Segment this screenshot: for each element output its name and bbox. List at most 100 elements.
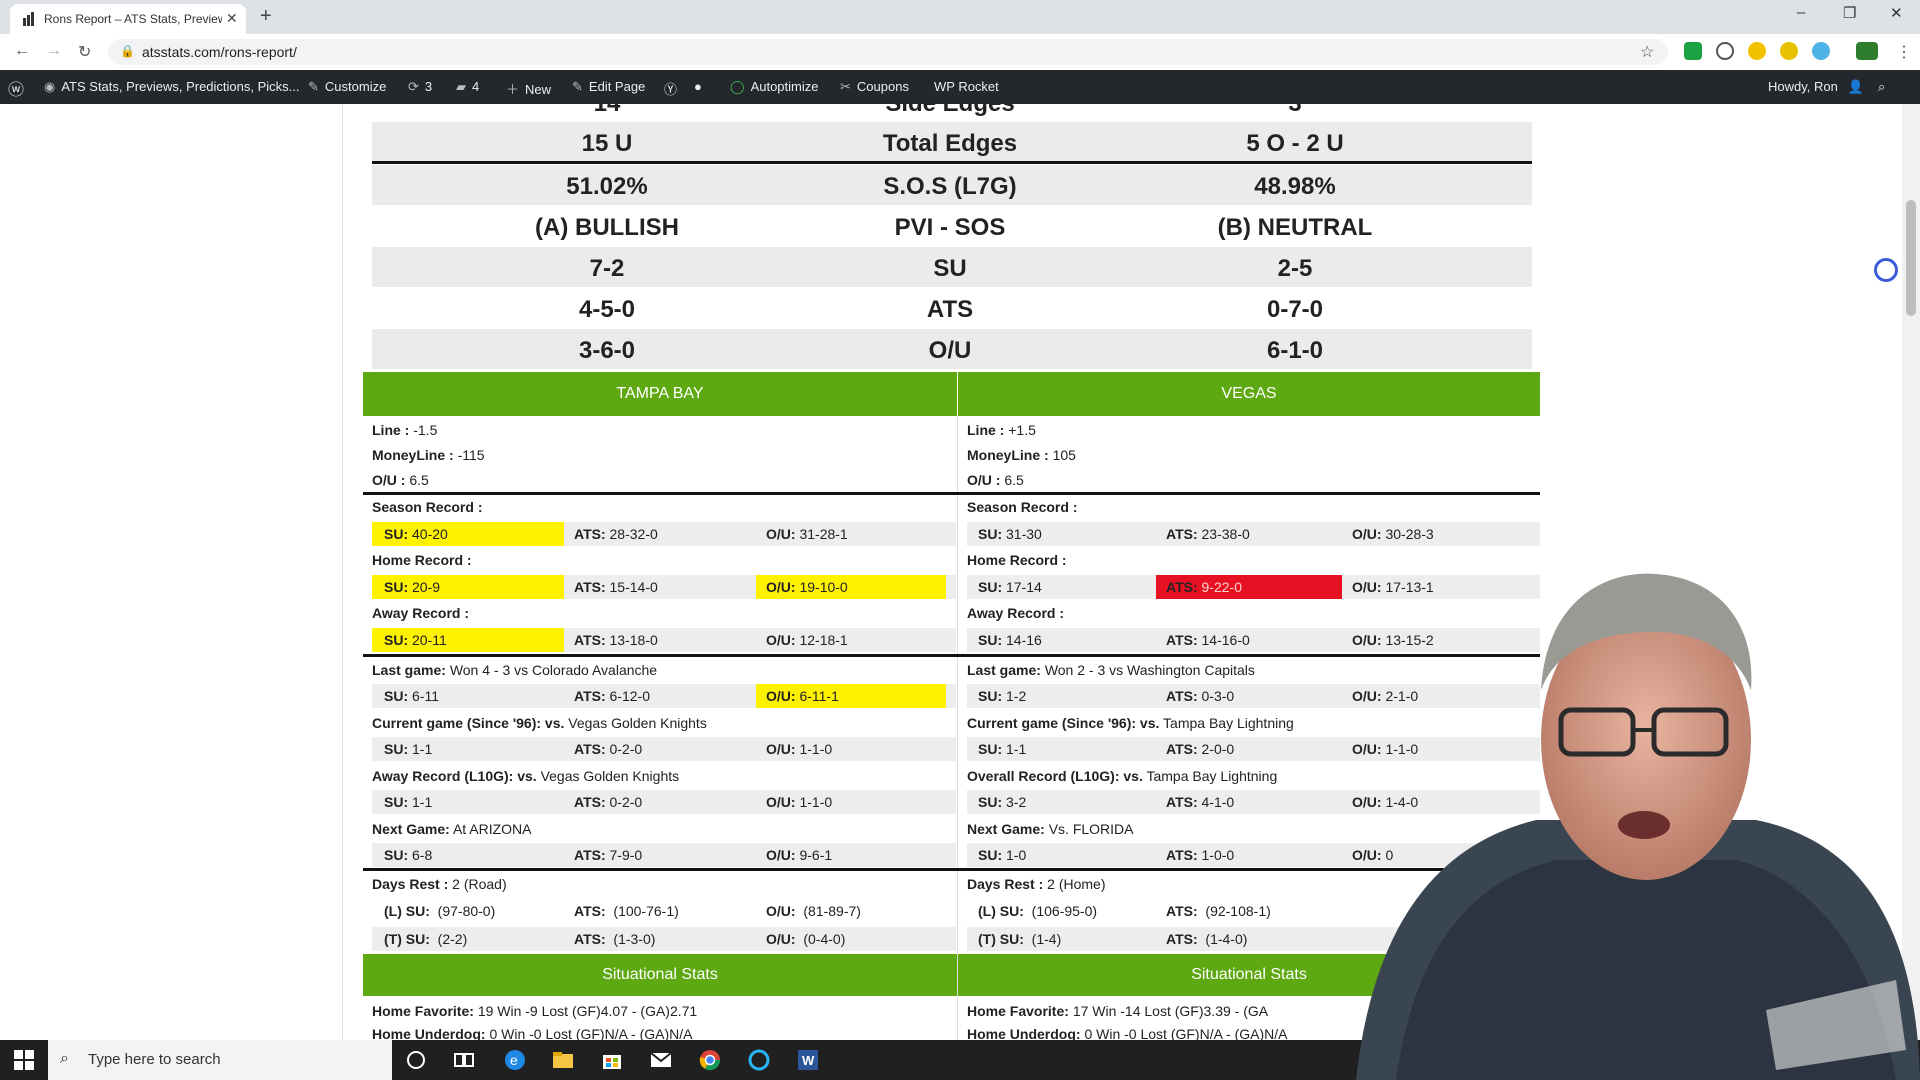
reload-icon[interactable]: ↻: [78, 42, 91, 62]
svg-text:e: e: [510, 1052, 518, 1068]
extension-cloud-icon[interactable]: [1812, 42, 1830, 60]
yoast-icon[interactable]: Ⓨ: [664, 79, 677, 98]
admin-customize-link[interactable]: ✎ Customize: [308, 79, 386, 95]
summary-right-value: 48.98%: [1254, 173, 1336, 200]
admin-comments-link[interactable]: ▰ 4: [456, 79, 479, 95]
pencil-icon: ✎: [572, 79, 583, 94]
admin-coupons-link[interactable]: ✂ Coupons: [840, 79, 909, 95]
left-moneyline: MoneyLine : -115: [372, 447, 485, 463]
side-edges-right: 3: [1058, 104, 1532, 118]
admin-howdy-label: Howdy, Ron: [1768, 79, 1838, 94]
scrollbar-thumb[interactable]: [1906, 200, 1916, 316]
summary-row: 51.02% S.O.S (L7G) 48.98%: [372, 165, 1532, 205]
right-next-game: Next Game: Vs. FLORIDA: [967, 821, 1134, 837]
line-value: -1.5: [413, 422, 438, 438]
edge-browser-icon[interactable]: e: [503, 1048, 527, 1072]
new-tab-button[interactable]: +: [260, 5, 272, 28]
divider: [363, 492, 1540, 495]
right-last-game: Last game: Won 2 - 3 vs Washington Capit…: [967, 662, 1255, 678]
chrome-menu-icon[interactable]: ⋮: [1896, 42, 1912, 62]
wp-admin-bar: ⓦ ◉ ATS Stats, Previews, Predictions, Pic…: [0, 70, 1920, 104]
left-last-ats: ATS: 6-12-0: [574, 688, 650, 704]
left-away-ou: O/U: 12-18-1: [766, 632, 848, 648]
team-header-right: VEGAS: [958, 372, 1540, 416]
left-line: Line : -1.5: [372, 422, 437, 438]
webcam-overlay-image: [1356, 573, 1920, 1080]
windows-start-icon[interactable]: [14, 1050, 34, 1070]
plus-icon: ＋: [506, 82, 520, 97]
maximize-button[interactable]: ❐: [1843, 4, 1856, 22]
left-next-ou: O/U: 9-6-1: [766, 847, 833, 863]
divider: [372, 161, 1532, 164]
address-bar-row: ← → ↻ 🔒 atsstats.com/rons-report/ ☆ ⋮: [0, 34, 1920, 71]
ou-value: 6.5: [409, 472, 429, 488]
loading-spinner-icon: [1874, 258, 1898, 282]
left-season-record-label: Season Record :: [372, 499, 483, 515]
left-margin: [0, 104, 343, 1040]
scissors-icon: ✂: [840, 79, 851, 94]
admin-customize-label: Customize: [324, 79, 387, 94]
extension-check-icon[interactable]: [1684, 42, 1702, 60]
summary-row: 15 U Total Edges 5 O - 2 U: [372, 122, 1532, 162]
browser-tab[interactable]: Rons Report – ATS Stats, Preview ✕: [10, 4, 246, 34]
summary-label: S.O.S (L7G): [883, 173, 1017, 200]
summary-row: 4-5-0 ATS 0-7-0: [372, 288, 1532, 328]
seo-status-dot-icon[interactable]: ●: [694, 79, 702, 94]
chrome-icon[interactable]: [698, 1048, 722, 1072]
cortana-app-icon[interactable]: [747, 1048, 771, 1072]
extension-yellow-icon[interactable]: [1748, 42, 1766, 60]
admin-edit-page-link[interactable]: ✎ Edit Page: [572, 79, 645, 95]
minimize-button[interactable]: –: [1797, 4, 1805, 21]
left-season-ou: O/U: 31-28-1: [766, 526, 848, 542]
admin-site-name: ATS Stats, Previews, Predictions, Picks.…: [61, 79, 300, 94]
forward-arrow-icon[interactable]: →: [46, 42, 62, 60]
ou-label: O/U :: [372, 472, 406, 488]
right-last-ats: ATS: 0-3-0: [1166, 688, 1235, 704]
admin-site-link[interactable]: ◉ ATS Stats, Previews, Predictions, Picks…: [44, 79, 300, 95]
back-arrow-icon[interactable]: ←: [14, 42, 30, 60]
left-cur-ou: O/U: 1-1-0: [766, 741, 833, 757]
left-last-su: SU: 6-11: [384, 688, 439, 704]
left-away-record-label: Away Record :: [372, 605, 469, 621]
mail-icon[interactable]: [649, 1048, 673, 1072]
store-icon[interactable]: [600, 1048, 624, 1072]
extension-circle-icon[interactable]: [1716, 42, 1734, 60]
summary-row: 7-2 SU 2-5: [372, 247, 1532, 287]
left-home-record-label: Home Record :: [372, 552, 472, 568]
left-last-ou: O/U: 6-11-1: [766, 688, 839, 704]
word-icon[interactable]: W: [796, 1048, 820, 1072]
summary-right-value: 0-7-0: [1266, 296, 1324, 323]
left-next-ats: ATS: 7-9-0: [574, 847, 643, 863]
cortana-icon[interactable]: [404, 1048, 428, 1072]
admin-howdy-link[interactable]: Howdy, Ron 👤: [1768, 79, 1870, 95]
summary-row-side-edges: 14 Side Edges 3: [372, 104, 1532, 122]
side-edges-left: 14: [372, 104, 842, 118]
extension-search-icon[interactable]: [1780, 42, 1798, 60]
side-edges-label: Side Edges: [844, 104, 1056, 118]
admin-search-icon[interactable]: ⌕: [1878, 79, 1885, 95]
admin-autoptimize-link[interactable]: ◯ Autoptimize: [730, 79, 818, 95]
right-cur-ats: ATS: 2-0-0: [1166, 741, 1235, 757]
wordpress-logo-icon[interactable]: ⓦ: [8, 76, 24, 100]
url-field[interactable]: 🔒 atsstats.com/rons-report/ ☆: [108, 39, 1668, 65]
bookmark-star-icon[interactable]: ☆: [1640, 42, 1654, 62]
file-explorer-icon[interactable]: [551, 1048, 575, 1072]
task-view-icon[interactable]: [452, 1048, 476, 1072]
profile-avatar[interactable]: [1856, 42, 1878, 60]
left-t-ats: ATS: (1-3-0): [574, 931, 656, 947]
left-home-su: SU: 20-9: [384, 579, 441, 595]
admin-rocket-label: WP Rocket: [934, 79, 999, 94]
admin-wp-rocket-link[interactable]: WP Rocket: [934, 79, 999, 94]
left-next-su: SU: 6-8: [384, 847, 433, 863]
summary-right-value: 2-5: [1277, 255, 1313, 282]
left-home-ats: ATS: 15-14-0: [574, 579, 658, 595]
right-home-su: SU: 17-14: [978, 579, 1042, 595]
left-season-ats: ATS: 28-32-0: [574, 526, 658, 542]
close-window-button[interactable]: ✕: [1890, 4, 1903, 22]
tab-close-icon[interactable]: ✕: [226, 10, 238, 27]
admin-new-link[interactable]: ＋ New: [506, 79, 551, 98]
taskbar-search-box[interactable]: ⌕ Type here to search: [48, 1040, 392, 1080]
admin-updates-link[interactable]: ⟳ 3: [408, 79, 432, 95]
right-home-underdog: Home Underdog: 0 Win -0 Lost (GF)N/A - (…: [967, 1026, 1288, 1040]
row-background: [372, 843, 956, 867]
